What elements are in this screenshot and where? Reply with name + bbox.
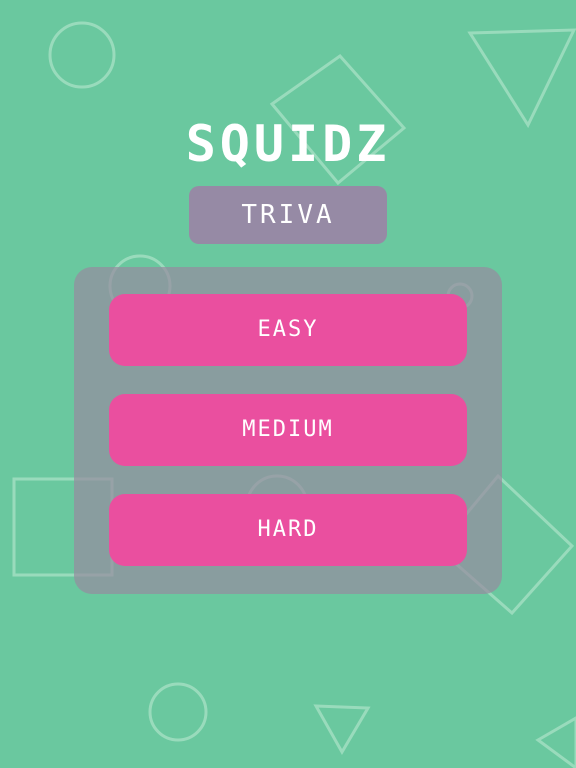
bg-triangle-bottom-right [535, 716, 576, 768]
bg-circle-top-left [48, 21, 116, 89]
subtitle-badge: TRIVA [189, 186, 387, 244]
easy-button[interactable]: EASY [109, 294, 467, 366]
hard-button[interactable]: HARD [109, 494, 467, 566]
bg-triangle-top-right [467, 28, 576, 129]
bg-triangle-bottom-middle [313, 704, 371, 755]
game-title: SQUIDZ [185, 115, 391, 173]
bg-circle-bottom-left [148, 682, 208, 742]
medium-button[interactable]: MEDIUM [109, 394, 467, 466]
